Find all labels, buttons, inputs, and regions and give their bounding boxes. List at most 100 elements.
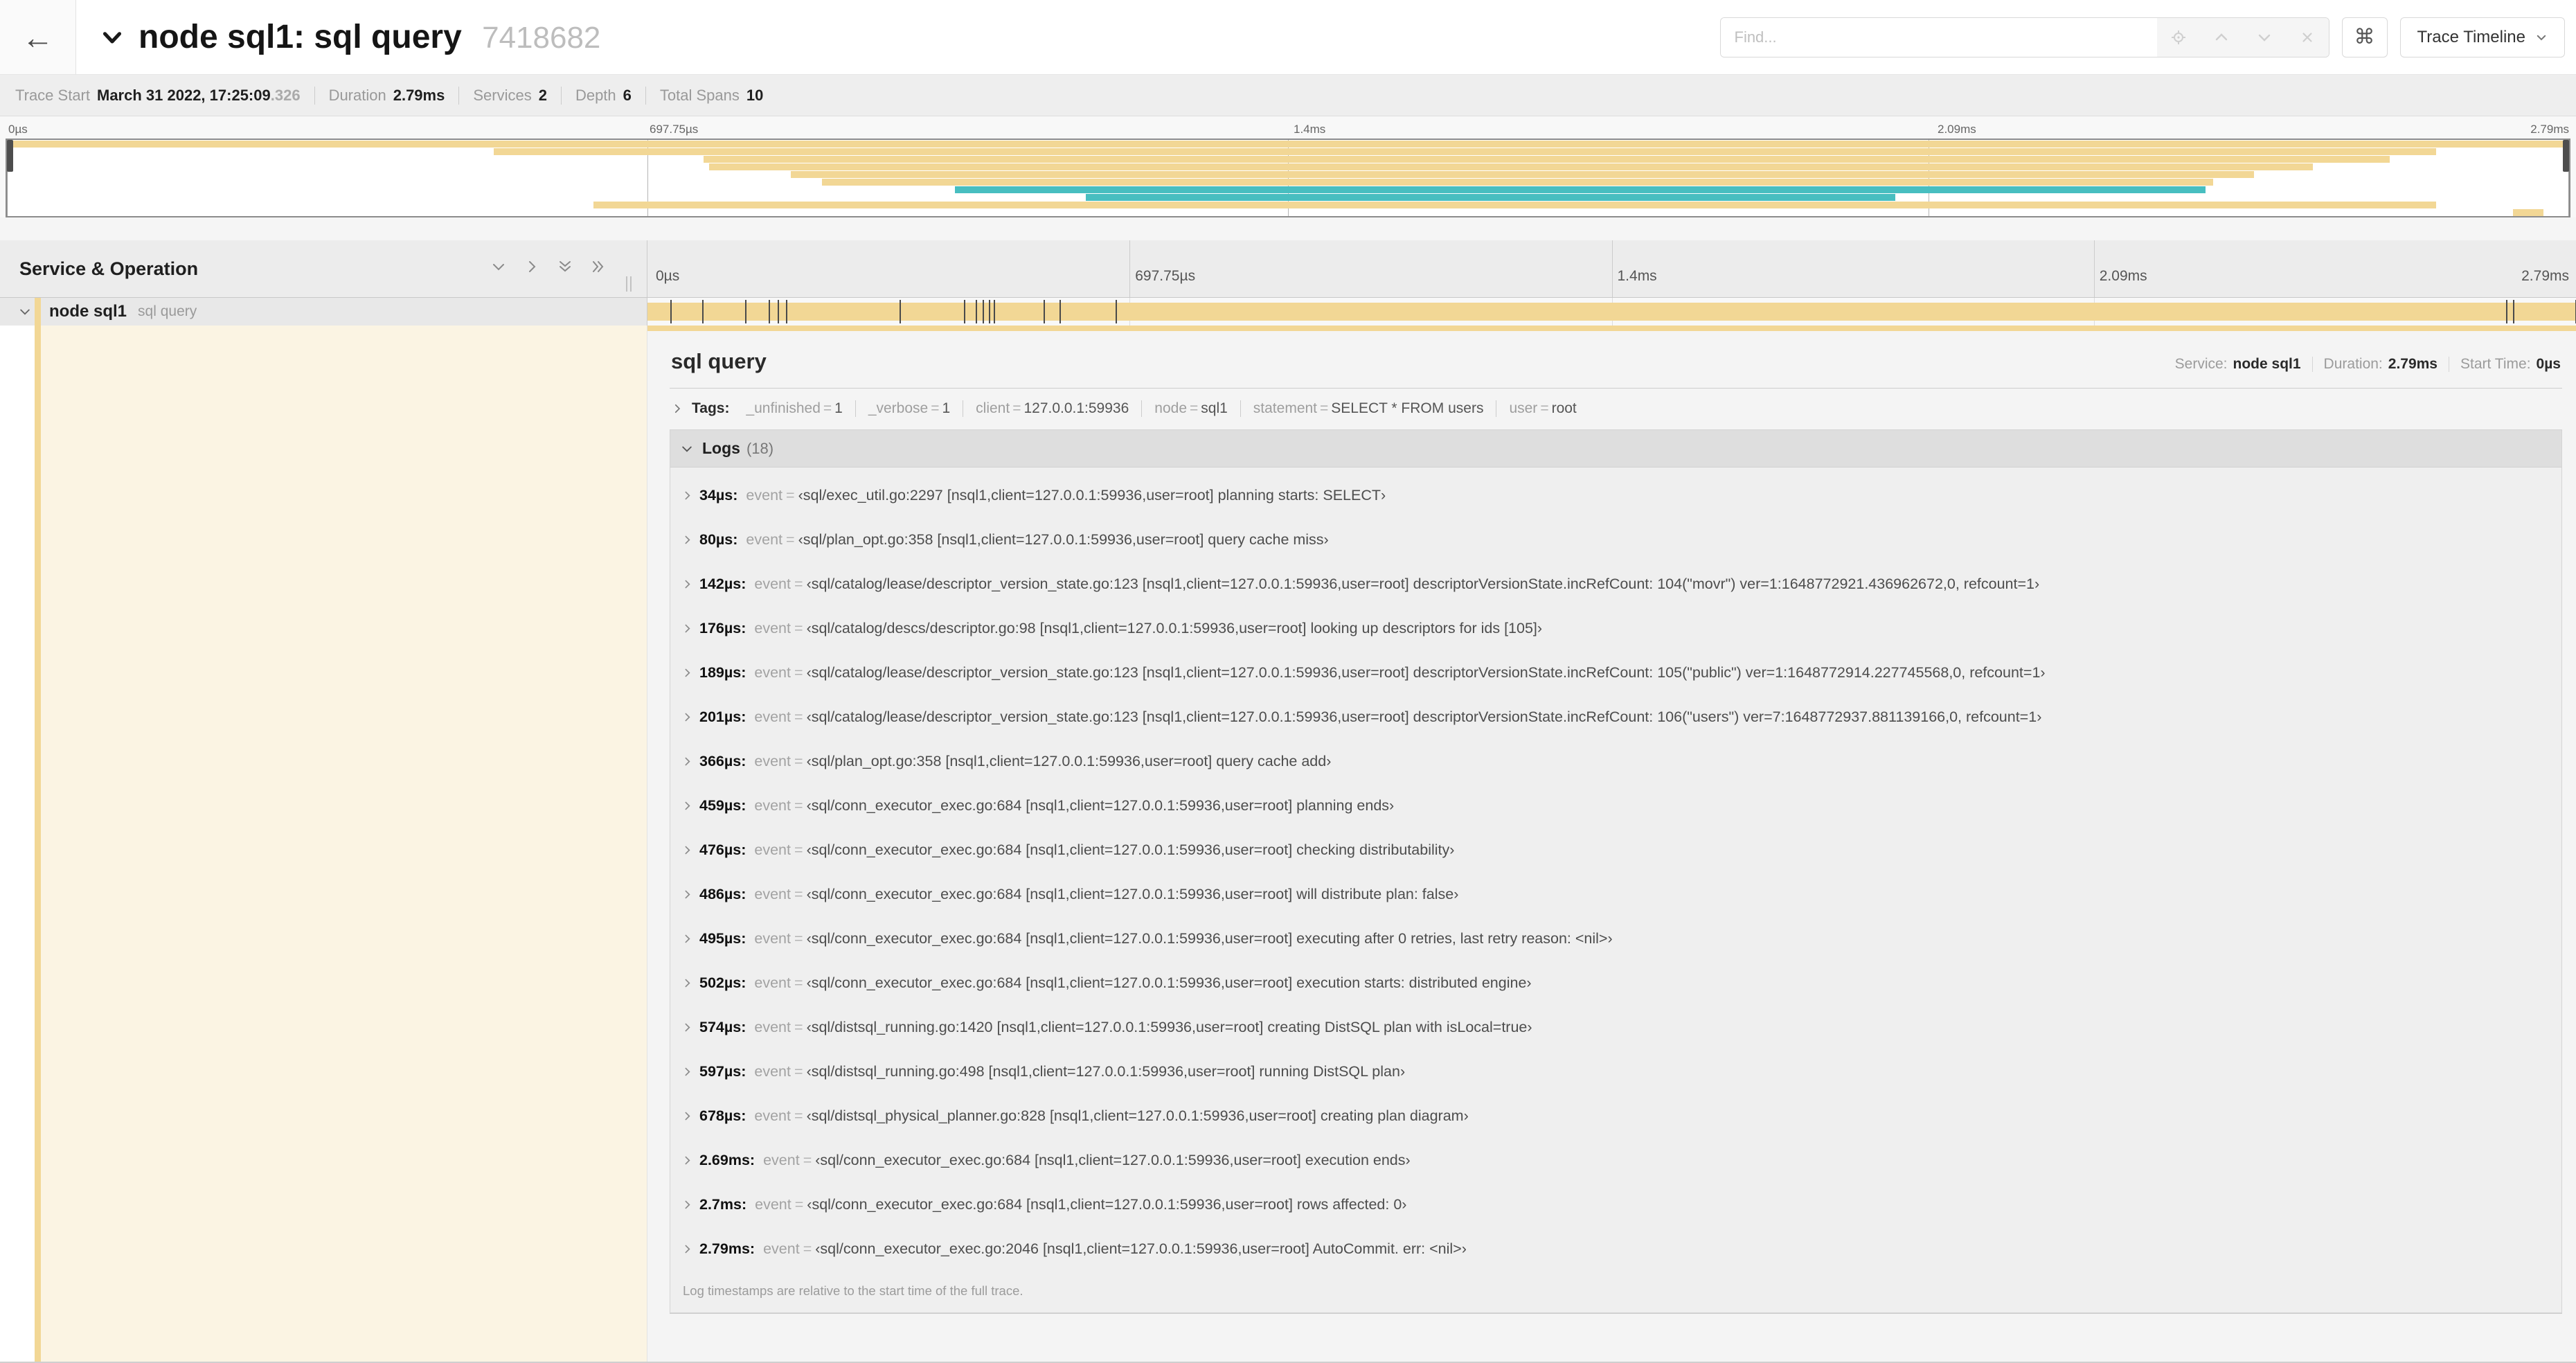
trace-id: 7418682: [482, 21, 601, 55]
duration-value: 2.79ms: [2388, 356, 2438, 372]
minimap-span-bar: [593, 202, 2436, 208]
log-chevron-right-icon[interactable]: [681, 1155, 699, 1166]
minimap-tick-label: 0µs: [8, 123, 28, 136]
log-marker-tick: [964, 300, 966, 323]
log-field-value: ‹sql/plan_opt.go:358 [nsql1,client=127.0…: [806, 752, 1332, 769]
tag-value: SELECT * FROM users: [1331, 400, 1484, 416]
log-timestamp: 2.79ms:: [699, 1240, 755, 1257]
log-row[interactable]: 502µs: event = ‹sql/conn_executor_exec.go:6…: [681, 961, 2550, 1005]
log-row[interactable]: 574µs: event = ‹sql/distsql_running.go:1420…: [681, 1005, 2550, 1049]
log-chevron-right-icon[interactable]: [681, 667, 699, 679]
log-chevron-right-icon[interactable]: [681, 623, 699, 634]
log-timestamp: 366µs:: [699, 752, 746, 769]
back-button[interactable]: ←: [0, 0, 76, 74]
log-chevron-right-icon[interactable]: [681, 1066, 699, 1078]
trace-timeline-page: ← node sql1: sql query 7418682 Find... ⌘…: [0, 0, 2576, 1363]
log-row[interactable]: 366µs: event = ‹sql/plan_opt.go:358 [nsql1,…: [681, 739, 2550, 783]
minimap-tick-label: 2.79ms: [2530, 123, 2569, 136]
log-chevron-right-icon[interactable]: [681, 578, 699, 590]
log-chevron-right-icon[interactable]: [681, 756, 699, 767]
log-row[interactable]: 80µs: event = ‹sql/plan_opt.go:358 [nsql1,c…: [681, 517, 2550, 562]
tag-chip: client = 127.0.0.1:59936: [963, 400, 1143, 417]
focus-target-icon[interactable]: [2157, 18, 2200, 57]
log-chevron-right-icon[interactable]: [681, 534, 699, 546]
log-row[interactable]: 2.69ms: event = ‹sql/conn_executor_exec.go:…: [681, 1138, 2550, 1182]
log-timestamp: 34µs:: [699, 486, 738, 504]
span-collapse-chevron-down-icon[interactable]: [18, 305, 32, 319]
span-detail-info: Service: node sql1 Duration: 2.79ms Start …: [2175, 356, 2561, 373]
log-marker-tick: [744, 300, 746, 323]
find-clear-x-icon[interactable]: [2286, 18, 2329, 57]
log-row[interactable]: 459µs: event = ‹sql/conn_executor_exec.go:6…: [681, 783, 2550, 828]
tag-chips: _unfinished = 1 _verbose = 1 client = 127.0.0.1:…: [733, 400, 1589, 417]
log-chevron-right-icon[interactable]: [681, 933, 699, 945]
minimap-canvas[interactable]: [6, 139, 2570, 217]
log-field-key: event: [763, 1240, 800, 1257]
log-row[interactable]: 34µs: event = ‹sql/exec_util.go:2297 [nsql1…: [681, 473, 2550, 517]
log-row[interactable]: 495µs: event = ‹sql/conn_executor_exec.go:6…: [681, 916, 2550, 961]
stat-value: March 31 2022, 17:25:09.326: [97, 86, 301, 104]
trace-collapse-chevron-down-icon[interactable]: [100, 25, 125, 50]
equals-sign: =: [794, 708, 803, 725]
log-field-value: ‹sql/conn_executor_exec.go:684 [nsql1,cl…: [806, 929, 1613, 947]
tag-value: 1: [834, 400, 843, 416]
logs-header[interactable]: Logs (18): [670, 430, 2561, 467]
column-resizer-grip[interactable]: [626, 276, 632, 292]
keyboard-shortcuts-button[interactable]: ⌘: [2341, 17, 2388, 57]
stat-value: 6: [623, 86, 632, 104]
log-marker-tick: [670, 300, 672, 323]
log-field-value: ‹sql/conn_executor_exec.go:2046 [nsql1,c…: [815, 1240, 1467, 1257]
log-field-value: ‹sql/conn_executor_exec.go:684 [nsql1,cl…: [806, 885, 1459, 902]
collapse-one-chevron-down-icon[interactable]: [490, 258, 507, 275]
log-chevron-right-icon[interactable]: [681, 1022, 699, 1033]
log-row[interactable]: 176µs: event = ‹sql/catalog/descs/descripto…: [681, 606, 2550, 650]
back-arrow-icon: ←: [21, 19, 54, 55]
log-chevron-right-icon[interactable]: [681, 889, 699, 900]
log-chevron-right-icon[interactable]: [681, 1110, 699, 1122]
find-input[interactable]: [1720, 17, 2157, 57]
collapse-all-double-chevron-down-icon[interactable]: [557, 258, 573, 275]
log-row[interactable]: 597µs: event = ‹sql/distsql_running.go:498 …: [681, 1049, 2550, 1094]
tag-chip: statement = SELECT * FROM users: [1241, 400, 1497, 417]
log-row[interactable]: 486µs: event = ‹sql/conn_executor_exec.go:6…: [681, 872, 2550, 916]
equals-sign: =: [794, 1062, 803, 1080]
minimap-scrubber-handle[interactable]: [2563, 140, 2569, 172]
find-prev-chevron-up-icon[interactable]: [2200, 18, 2243, 57]
tags-chevron-right-icon[interactable]: [671, 402, 683, 415]
log-chevron-right-icon[interactable]: [681, 711, 699, 723]
tag-chip: user = root: [1496, 400, 1589, 417]
equals-sign: =: [931, 400, 940, 416]
service-label: Service:: [2174, 356, 2228, 372]
expand-one-chevron-right-icon[interactable]: [524, 258, 540, 275]
log-chevron-right-icon[interactable]: [681, 844, 699, 856]
log-row[interactable]: 189µs: event = ‹sql/catalog/lease/descripto…: [681, 650, 2550, 695]
log-row[interactable]: 2.79ms: event = ‹sql/conn_executor_exec.go:…: [681, 1227, 2550, 1271]
expand-all-double-chevron-right-icon[interactable]: [590, 258, 607, 275]
minimap-span-bar: [821, 179, 2213, 186]
log-row[interactable]: 476µs: event = ‹sql/conn_executor_exec.go:6…: [681, 828, 2550, 872]
log-chevron-right-icon[interactable]: [681, 1199, 699, 1211]
equals-sign: =: [786, 486, 795, 504]
log-row[interactable]: 678µs: event = ‹sql/distsql_physical_planne…: [681, 1094, 2550, 1138]
log-field-value: ‹sql/conn_executor_exec.go:684 [nsql1,cl…: [806, 796, 1395, 814]
log-chevron-right-icon[interactable]: [681, 977, 699, 989]
view-select-button[interactable]: Trace Timeline: [2399, 17, 2565, 57]
minimap-tick-labels: 0µs 697.75µs 1.4ms 2.09ms 2.79ms: [0, 116, 2576, 139]
span-name-cell[interactable]: node sql1 sql query: [0, 298, 647, 326]
duration-label: Duration:: [2323, 356, 2383, 372]
log-chevron-right-icon[interactable]: [681, 490, 699, 501]
span-bar-cell[interactable]: [647, 298, 2576, 326]
divider: [458, 86, 460, 105]
minimap-scrubber-handle[interactable]: [7, 140, 13, 172]
log-chevron-right-icon[interactable]: [681, 800, 699, 812]
log-row[interactable]: 142µs: event = ‹sql/catalog/lease/descripto…: [681, 562, 2550, 606]
log-timestamp: 80µs:: [699, 531, 738, 548]
trace-stat: Depth 6: [575, 87, 632, 105]
span-color-top-strip: [647, 326, 2576, 331]
log-row[interactable]: 201µs: event = ‹sql/catalog/lease/descripto…: [681, 695, 2550, 739]
tags-title[interactable]: Tags:: [692, 400, 729, 417]
equals-sign: =: [794, 619, 803, 636]
log-row[interactable]: 2.7ms: event = ‹sql/conn_executor_exec.go:6…: [681, 1182, 2550, 1227]
find-next-chevron-down-icon[interactable]: [2243, 18, 2286, 57]
log-chevron-right-icon[interactable]: [681, 1243, 699, 1255]
